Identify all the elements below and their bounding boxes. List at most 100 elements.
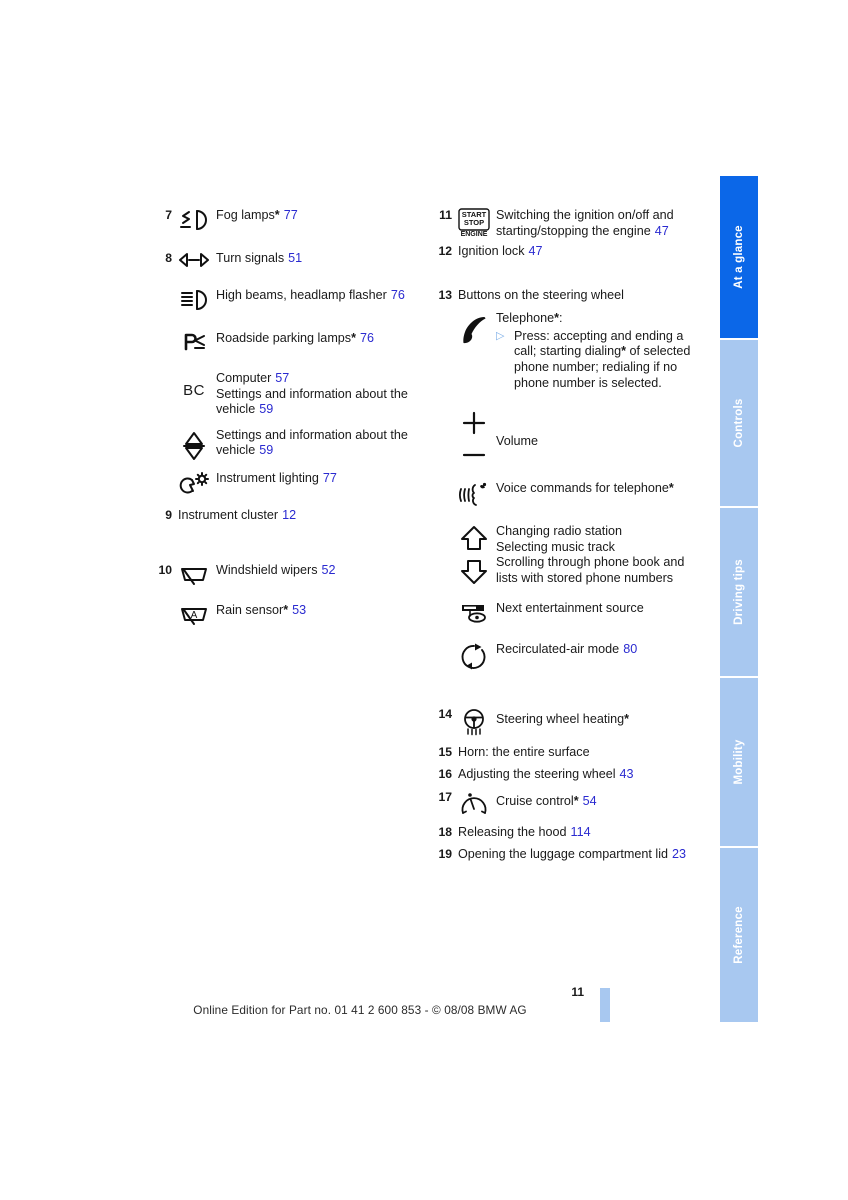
page-ref[interactable]: 23 [672,847,686,861]
legend-item-luggage-compartment: 19 Opening the luggage compartment lid 23 [432,847,707,863]
page-ref[interactable]: 59 [259,402,273,416]
page-ref[interactable]: 52 [322,563,336,577]
legend-item-adjust-steering-wheel: 16 Adjusting the steering wheel 43 [432,767,707,783]
left-legend-column: 7 Fog lamps* 77 8 Turn signals 51 High b… [152,208,417,626]
cruise-control-icon [452,790,496,817]
item-number: 8 [165,251,172,265]
item-text: Volume [496,409,707,450]
page-ref[interactable]: 54 [583,794,597,808]
svg-text:A: A [191,610,198,621]
sidebar-tab-mobility[interactable]: Mobility [720,678,758,848]
turn-signals-icon [172,251,216,268]
item-text: Settings and information about the vehic… [216,428,417,459]
optional-star: * [283,603,289,618]
item-number: 9 [165,507,172,522]
sidebar-tab-reference[interactable]: Reference [720,848,758,1022]
page-ref[interactable]: 51 [288,251,302,265]
legend-item-rain-sensor: A Rain sensor* 53 [152,603,417,626]
footer-page-marker [600,988,610,1022]
legend-item-start-stop-engine: 11 START STOP ENGINE Switching the ignit… [432,208,707,240]
svg-text:ENGINE: ENGINE [461,231,488,238]
settings-line: Settings and information about the vehic… [216,387,417,418]
sidebar-tab-controls[interactable]: Controls [720,340,758,508]
legend-item-instrument-cluster: 9 Instrument cluster 12 [152,508,417,524]
item-label: Releasing the hood [458,824,567,839]
item-text: Instrument cluster 12 [172,508,417,524]
legend-item-voice-commands: Voice commands for telephone* [432,481,707,508]
page-ref[interactable]: 80 [623,642,637,656]
item-text: Releasing the hood 114 [452,825,707,841]
up-down-arrows-icon [172,428,216,461]
item-label: Computer [216,371,272,385]
voice-command-icon [452,481,496,508]
item-label: High beams, headlamp flasher [216,288,387,302]
item-label: Telephone [496,311,555,326]
page-ref[interactable]: 43 [620,767,634,781]
sidebar-tab-at-a-glance[interactable]: At a glance [720,176,758,340]
item-text: Fog lamps* 77 [216,208,417,224]
legend-item-high-beams: High beams, headlamp flasher 76 [152,288,417,311]
item-label: Turn signals [216,251,285,265]
page-ref[interactable]: 76 [360,331,374,345]
optional-star: * [668,481,674,496]
page-ref[interactable]: 59 [259,443,273,457]
page-number: 11 [571,985,584,999]
item-text: Instrument lighting 77 [216,471,417,487]
telephone-handset-icon [452,311,496,345]
roadside-parking-lamps-icon [172,331,216,352]
item-label: Steering wheel heating [496,711,625,726]
page-ref[interactable]: 57 [275,371,289,385]
scroll-line: lists with stored phone numbers [496,570,674,585]
instrument-lighting-icon [172,471,216,496]
item-label: Ignition lock [458,244,525,258]
page-ref[interactable]: 77 [323,471,337,485]
legend-item-roadside-parking-lamps: Roadside parking lamps* 76 [152,331,417,352]
item-number: 17 [438,789,452,804]
item-label: Rain sensor [216,603,284,618]
page-ref[interactable]: 114 [571,825,591,839]
sidebar-tab-label: Mobility [733,739,745,785]
item-label: Volume [496,434,539,449]
item-number: 15 [438,744,452,759]
legend-item-turn-signals: 8 Turn signals 51 [152,251,417,268]
item-text: High beams, headlamp flasher 76 [216,288,417,304]
recirculated-air-icon [452,642,496,671]
item-label: Roadside parking lamps [216,331,352,345]
sidebar-tab-driving-tips[interactable]: Driving tips [720,508,758,678]
page-ref[interactable]: 47 [529,244,543,258]
entertainment-source-icon [452,601,496,624]
sidebar-tab-label: At a glance [733,225,745,289]
item-text: Roadside parking lamps* 76 [216,331,417,347]
page-ref[interactable]: 47 [655,224,669,238]
start-stop-engine-icon: START STOP ENGINE [452,208,496,240]
item-text: Cruise control* 54 [496,790,707,810]
item-text: Switching the ignition on/off and starti… [496,208,707,239]
page-ref[interactable]: 76 [391,288,405,302]
legend-item-volume: Volume [432,409,707,465]
item-text: Rain sensor* 53 [216,603,417,619]
item-text: Telephone*: ▷ Press: accepting and endin… [496,311,707,391]
telephone-detail: ▷ Press: accepting and ending a call; st… [496,329,707,391]
rain-sensor-icon: A [172,603,216,626]
sidebar-tab-label: Controls [733,398,745,448]
right-legend-column: 11 START STOP ENGINE Switching the ignit… [432,208,707,863]
up-down-chevron-icon [452,523,496,585]
sidebar-tab-label: Driving tips [733,559,745,625]
item-label: Instrument cluster [178,507,279,522]
footer-edition-text: Online Edition for Part no. 01 41 2 600 … [193,1003,527,1017]
item-text: Computer 57 Settings and information abou… [216,371,417,418]
legend-item-cruise-control: 17 Cruise control* 54 [432,790,707,817]
item-label: Opening the luggage compartment lid [458,847,669,862]
item-number: 12 [438,244,452,258]
page-ref[interactable]: 12 [282,508,296,522]
item-number: 11 [439,208,452,222]
legend-item-recirculated-air: Recirculated-air mode 80 [432,642,707,671]
item-number: 16 [438,767,452,782]
scroll-line: Selecting music track [496,539,615,554]
page-ref[interactable]: 53 [292,603,306,617]
section-tab-strip: At a glance Controls Driving tips Mobili… [720,176,758,1022]
item-label: Settings and information about the vehic… [216,427,408,458]
page-ref[interactable]: 77 [284,208,298,222]
legend-item-telephone: Telephone*: ▷ Press: accepting and endin… [432,311,707,391]
item-text: Buttons on the steering wheel [452,288,707,304]
